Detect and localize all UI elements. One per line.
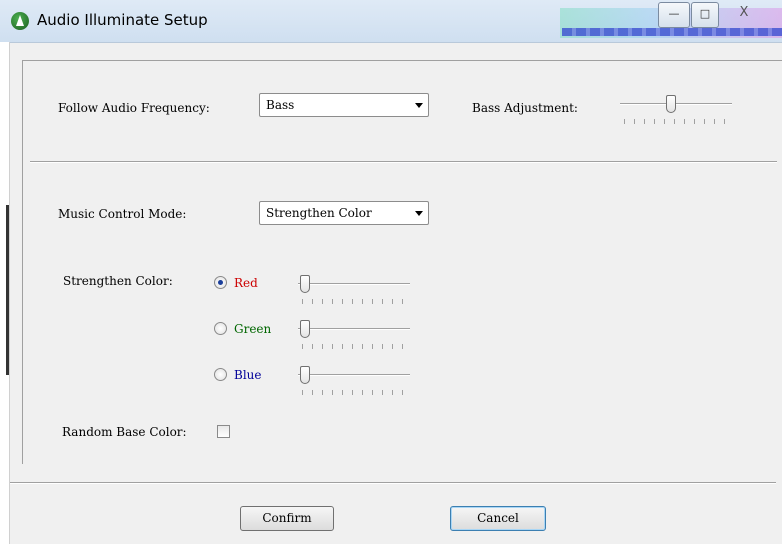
slider-track: [298, 374, 410, 376]
chevron-down-icon: [415, 211, 423, 216]
mode-dropdown-value: Strengthen Color: [266, 206, 372, 220]
confirm-button[interactable]: Confirm: [240, 506, 334, 531]
section-divider: [30, 161, 777, 163]
slider-ticks: [302, 390, 406, 395]
slider-thumb[interactable]: [300, 275, 310, 293]
slider-thumb[interactable]: [300, 320, 310, 338]
blue-slider[interactable]: [298, 366, 410, 396]
slider-track: [620, 103, 732, 105]
bass-adjustment-label: Bass Adjustment:: [472, 101, 578, 115]
follow-frequency-label: Follow Audio Frequency:: [58, 101, 210, 115]
slider-track: [298, 283, 410, 285]
blue-radio[interactable]: [214, 368, 227, 381]
maximize-button[interactable]: □: [691, 2, 719, 28]
bass-adjustment-slider[interactable]: [620, 95, 732, 125]
red-radio[interactable]: [214, 276, 227, 289]
cancel-button[interactable]: Cancel: [450, 506, 546, 531]
chevron-down-icon: [415, 103, 423, 108]
title-bar: Audio Illuminate Setup — □ X: [0, 0, 782, 43]
frequency-dropdown[interactable]: Bass: [259, 93, 429, 117]
window-edge-mark: [6, 205, 9, 375]
slider-ticks: [624, 119, 728, 124]
slider-track: [298, 328, 410, 330]
window-title: Audio Illuminate Setup: [37, 11, 208, 29]
random-base-color-label: Random Base Color:: [62, 425, 187, 439]
footer-divider: [10, 482, 776, 484]
strengthen-color-label: Strengthen Color:: [63, 274, 173, 288]
slider-thumb[interactable]: [666, 95, 676, 113]
random-base-color-checkbox[interactable]: [217, 425, 230, 438]
minimize-button[interactable]: —: [658, 2, 690, 28]
slider-ticks: [302, 299, 406, 304]
red-label: Red: [234, 276, 258, 290]
green-slider[interactable]: [298, 320, 410, 350]
app-icon: [11, 12, 29, 30]
red-slider[interactable]: [298, 275, 410, 305]
slider-ticks: [302, 344, 406, 349]
decorative-stripe: [562, 28, 782, 36]
music-control-mode-label: Music Control Mode:: [58, 207, 187, 221]
slider-thumb[interactable]: [300, 366, 310, 384]
close-button[interactable]: X: [722, 2, 766, 26]
green-radio[interactable]: [214, 322, 227, 335]
frequency-dropdown-value: Bass: [266, 98, 295, 112]
mode-dropdown[interactable]: Strengthen Color: [259, 201, 429, 225]
green-label: Green: [234, 322, 272, 336]
blue-label: Blue: [234, 368, 262, 382]
